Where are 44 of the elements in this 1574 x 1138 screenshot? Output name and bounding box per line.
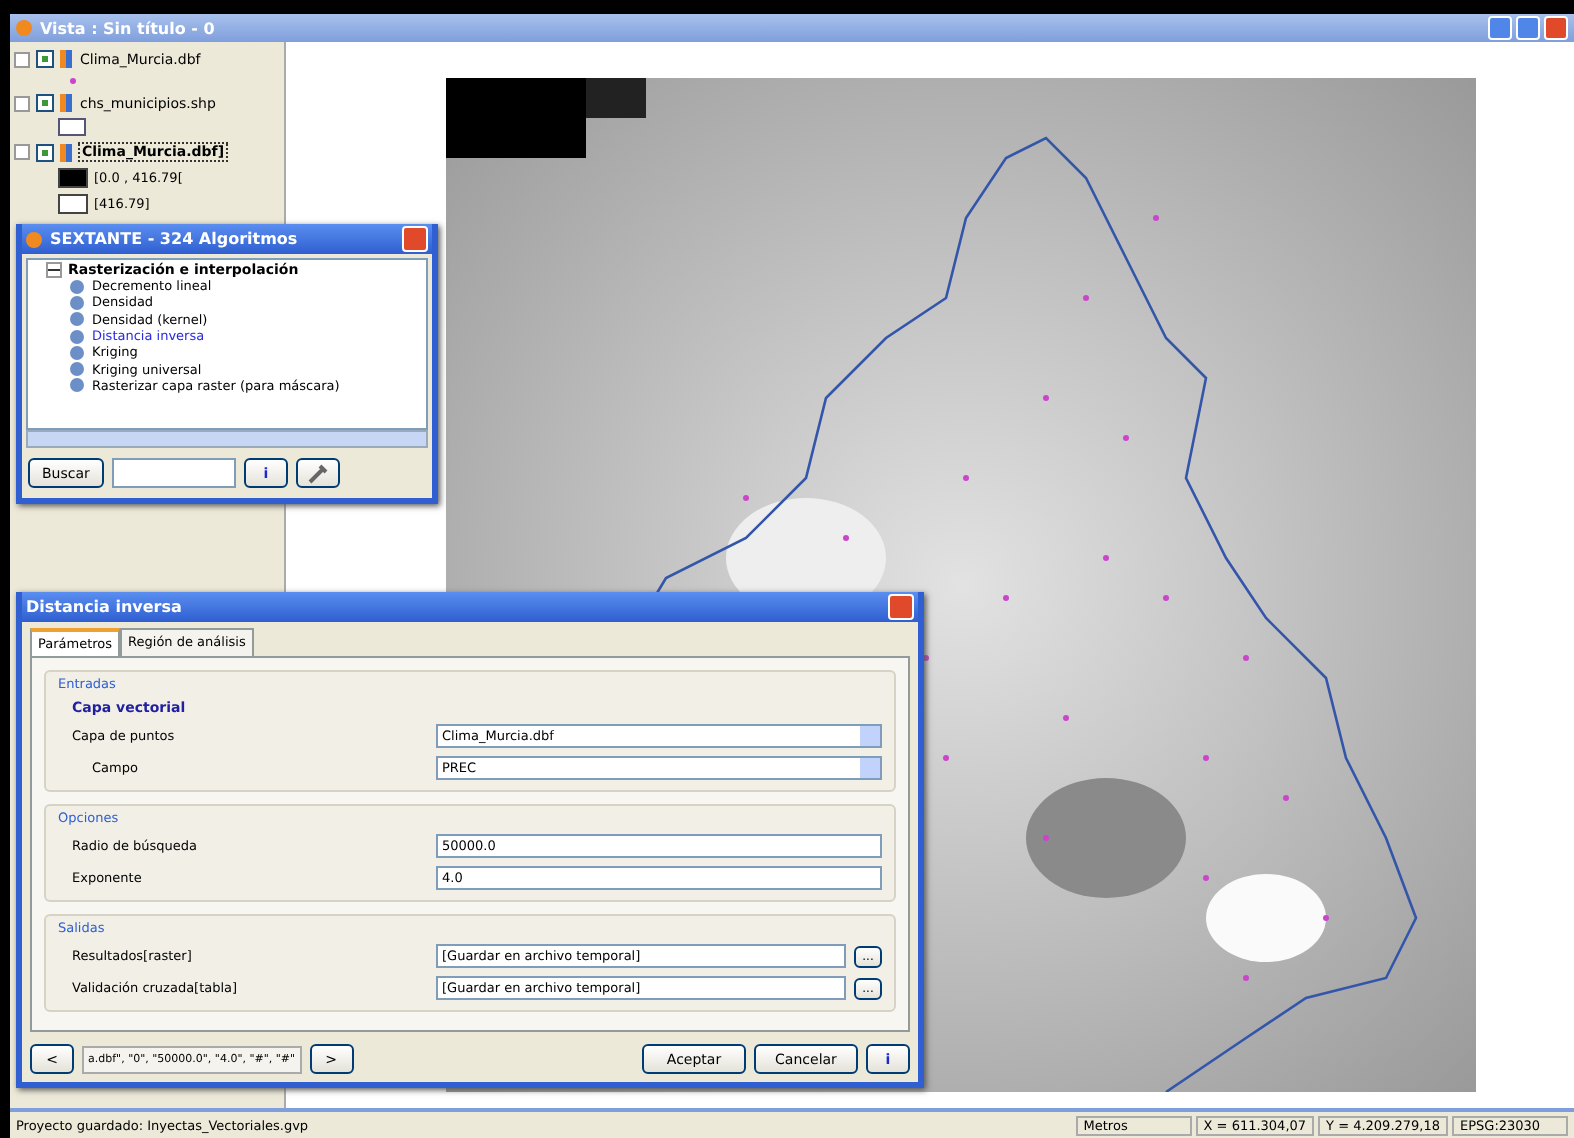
station-point [1043,395,1049,401]
tools-icon [305,461,330,485]
raster-patch [1206,874,1326,962]
layer-icon [60,94,72,112]
search-field[interactable] [111,458,236,488]
collapse-icon[interactable] [46,262,62,278]
station-point [1063,715,1069,721]
layer-icon [60,143,72,161]
polygon-symbol-icon [58,118,86,136]
station-point [1203,875,1209,881]
app-icon [26,231,42,247]
station-point [1243,975,1249,981]
layer-checkbox[interactable] [36,143,54,161]
close-button[interactable] [402,226,428,252]
layer-checkbox[interactable] [36,94,54,112]
station-point [1163,595,1169,601]
close-button[interactable] [888,594,914,620]
station-point [743,495,749,501]
window-title: Vista : Sin título - 0 [40,19,217,37]
app-icon [16,20,32,36]
station-point [1103,555,1109,561]
point-symbol-icon [70,78,76,84]
station-point [843,535,849,541]
station-point [1083,295,1089,301]
station-point [1203,755,1209,761]
station-point [1243,655,1249,661]
station-point [963,475,969,481]
layer-icon [60,50,72,68]
station-point [1323,915,1329,921]
station-point [1043,835,1049,841]
station-point [923,655,929,661]
horizontal-scrollbar[interactable] [26,430,428,448]
station-point [943,755,949,761]
settings-button[interactable] [295,458,340,488]
station-point [1283,795,1289,801]
dialog-title: Distancia inversa [26,598,184,616]
station-point [1153,215,1159,221]
station-point [1003,595,1009,601]
close-button[interactable] [1544,16,1568,40]
minimize-button[interactable] [1488,16,1512,40]
toolbox-title: SEXTANTE - 324 Algoritmos [50,230,300,248]
maximize-button[interactable] [1516,16,1540,40]
layer-checkbox[interactable] [36,50,54,68]
station-point [1123,435,1129,441]
